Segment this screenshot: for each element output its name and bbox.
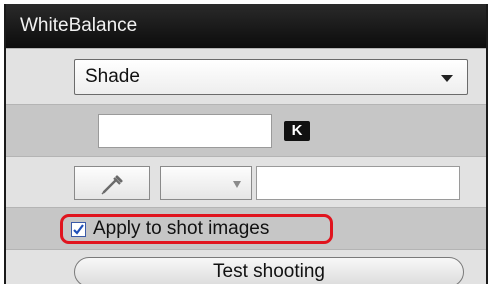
eyedropper-icon [101,175,123,195]
chevron-down-icon [233,181,241,188]
apply-row: Apply to shot images [6,207,486,249]
click-white-balance-row [6,156,486,207]
white-balance-panel: WhiteBalance Shade K Apply to shot image… [4,4,488,284]
white-balance-preset-dropdown[interactable]: Shade [74,59,468,95]
eyedropper-button[interactable] [74,166,150,200]
kelvin-input[interactable] [98,114,272,148]
panel-title: WhiteBalance [20,15,138,36]
apply-to-shot-images-label[interactable]: Apply to shot images [93,218,269,240]
apply-to-shot-images-checkbox[interactable] [71,222,86,237]
click-wb-value-field[interactable] [256,166,460,200]
checkmark-icon [73,224,84,235]
click-wb-select[interactable] [160,166,252,200]
kelvin-row: K [6,104,486,156]
preset-row: Shade [6,48,486,104]
preset-selected-value: Shade [85,66,140,87]
chevron-down-icon [441,75,453,82]
test-shooting-button[interactable]: Test shooting [74,257,464,284]
test-shooting-row: Test shooting [6,249,486,284]
apply-highlight-outline: Apply to shot images [60,214,333,244]
panel-header: WhiteBalance [6,4,486,48]
kelvin-unit-badge: K [284,121,310,141]
